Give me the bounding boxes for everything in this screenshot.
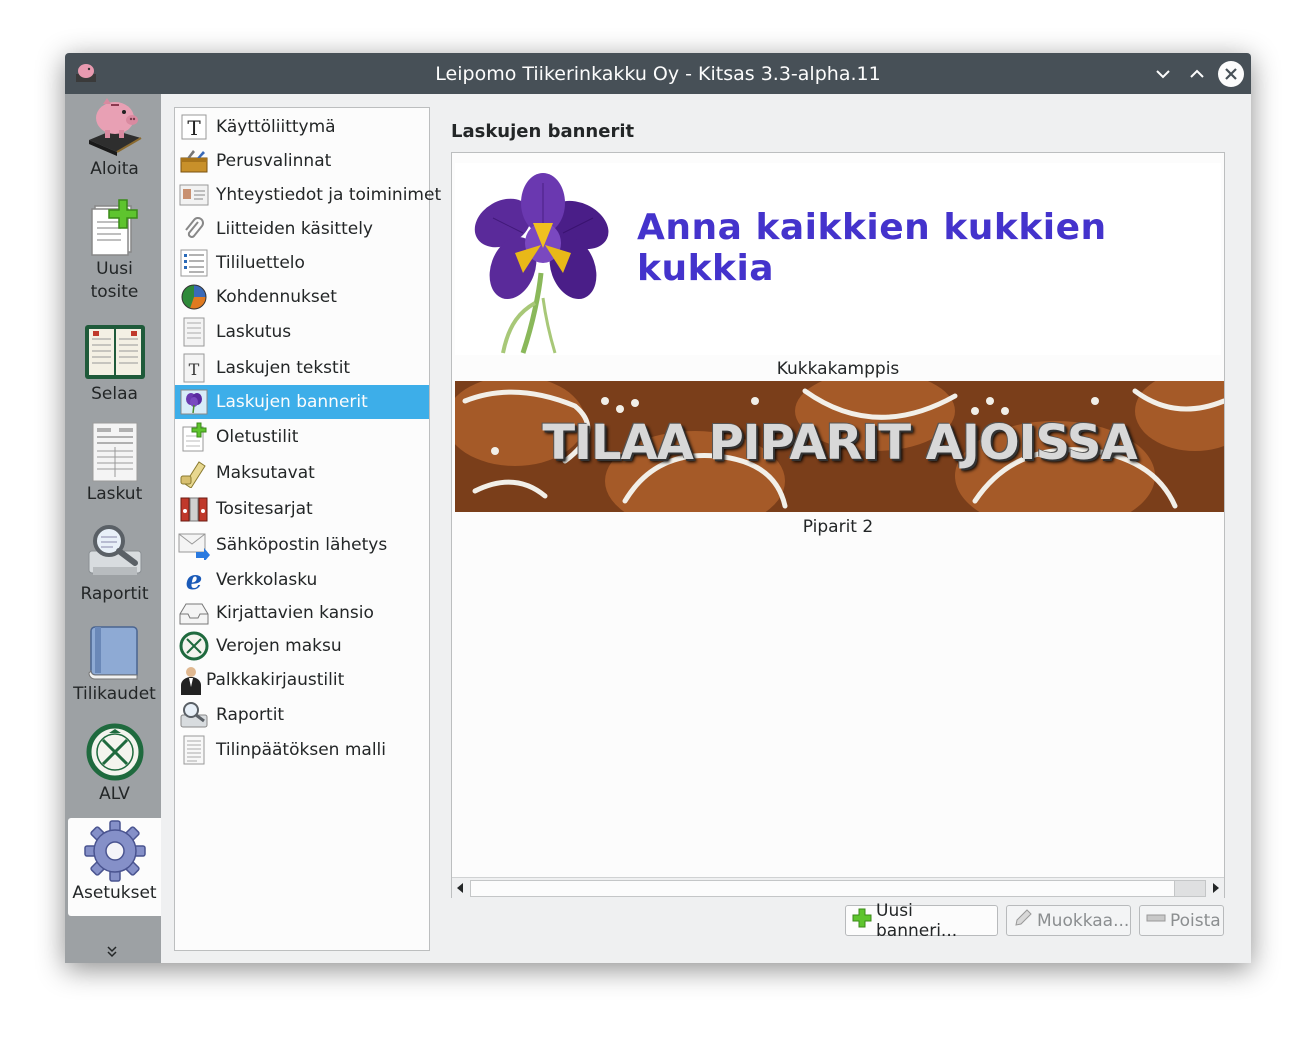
banner-image-text: TILAA PIPARIT AJOISSA [542,415,1137,471]
scroll-left-arrow-icon[interactable] [452,878,470,898]
invoice-icon [83,421,147,483]
nav-item-verojen-maksu[interactable]: Verojen maksu [175,629,429,663]
calendar-book-icon [83,321,147,383]
main-sidebar: Aloita Uusi tosite Selaa Laskut Raportit… [65,94,161,963]
inbox-tray-icon [178,598,210,628]
minus-icon [1146,908,1166,933]
payment-card-icon [178,458,210,488]
sidebar-item-selaa[interactable]: Selaa [68,319,161,417]
sidebar-item-raportit[interactable]: Raportit [68,519,161,617]
banner-image-kukkakamppis[interactable]: Anna kaikkien kukkien kukkia [455,163,1221,355]
list-icon [178,248,210,278]
nav-item-sahkopostin-lahetys[interactable]: Sähköpostin lähetys [175,527,429,563]
app-window: Leipomo Tiikerinkakku Oy - Kitsas 3.3-al… [65,53,1251,963]
iris-flower-icon [474,173,609,354]
scroll-right-arrow-icon[interactable] [1206,878,1224,898]
plus-icon [852,908,872,933]
toolbox-icon [178,146,210,176]
piggy-bank-icon [83,96,147,158]
nav-item-verkkolasku[interactable]: e Verkkolasku [175,563,429,597]
delete-banner-button[interactable]: Poista [1139,905,1224,936]
page-title: Laskujen bannerit [451,121,635,142]
email-send-icon [178,530,210,560]
nav-item-perusvalinnat[interactable]: Perusvalinnat [175,144,429,178]
minimize-button[interactable] [1150,61,1176,87]
sidebar-item-aloita[interactable]: Aloita [68,94,161,192]
tax-emblem-icon [178,631,210,661]
nav-item-kayttoliittyma[interactable]: T Käyttöliittymä [175,110,429,144]
sidebar-item-uusi-tosite[interactable]: Uusi tosite [68,194,161,314]
sidebar-item-tilikaudet[interactable]: Tilikaudet [68,619,161,717]
report-magnifier-icon [178,700,210,730]
svg-text:e: e [186,567,203,593]
binders-icon [178,494,210,524]
nav-item-raportit[interactable]: Raportit [175,697,429,733]
new-document-icon [83,196,147,258]
sidebar-item-laskut[interactable]: Laskut [68,419,161,517]
edit-banner-button[interactable]: Muokkaa... [1006,905,1131,936]
person-suit-icon [178,665,204,695]
paperclip-icon [178,214,210,244]
more-chevron-icon[interactable] [105,944,119,963]
e-invoice-icon: e [178,565,210,595]
document-text-icon: T [178,353,210,383]
nav-item-palkkakirjaustilit[interactable]: Palkkakirjaustilit [175,663,429,697]
nav-item-maksutavat[interactable]: Maksutavat [175,455,429,491]
flower-icon [178,387,210,417]
sidebar-label: ALV [99,784,130,804]
nav-item-oletustilit[interactable]: Oletustilit [175,419,429,455]
banner-list[interactable]: Anna kaikkien kukkien kukkia Kukkakamppi… [451,152,1225,898]
pie-chart-icon [178,282,210,312]
sidebar-label: Uusi tosite [90,259,139,302]
maximize-button[interactable] [1184,61,1210,87]
nav-item-liitteiden-kasittely[interactable]: Liitteiden käsittely [175,212,429,246]
nav-item-tositesarjat[interactable]: Tositesarjat [175,491,429,527]
window-title: Leipomo Tiikerinkakku Oy - Kitsas 3.3-al… [435,62,881,85]
banner-image-piparit[interactable]: TILAA PIPARIT AJOISSA [455,381,1224,512]
pencil-icon [1013,908,1033,933]
horizontal-scrollbar[interactable] [452,877,1224,898]
text-t-icon: T [178,112,210,142]
id-card-icon [178,180,210,210]
nav-item-laskujen-bannerit[interactable]: Laskujen bannerit [175,385,429,419]
book-icon [83,621,147,683]
document-lines-icon [178,735,210,765]
sidebar-label: Raportit [80,584,149,604]
scrollbar-track[interactable] [470,880,1176,897]
nav-item-yhteystiedot[interactable]: Yhteystiedot ja toiminimet [175,178,441,212]
nav-item-laskutus[interactable]: Laskutus [175,314,429,350]
title-bar[interactable]: Leipomo Tiikerinkakku Oy - Kitsas 3.3-al… [65,53,1251,94]
sidebar-label: Laskut [86,484,143,504]
banner-caption[interactable]: Kukkakamppis [452,359,1224,379]
nav-item-kohdennukset[interactable]: Kohdennukset [175,280,429,314]
nav-item-tililuettelo[interactable]: Tililuettelo [175,246,429,280]
piggy-bank-icon[interactable] [73,60,99,86]
gear-icon [83,820,147,882]
sidebar-item-alv[interactable]: ALV [68,719,161,817]
tax-emblem-icon [83,721,147,783]
nav-item-kirjattavien-kansio[interactable]: Kirjattavien kansio [175,597,429,629]
banner-image-text: Anna kaikkien kukkien kukkia [637,207,1107,289]
nav-item-laskujen-tekstit[interactable]: T Laskujen tekstit [175,350,429,386]
settings-nav-list: T Käyttöliittymä Perusvalinnat Yhteystie… [174,107,441,951]
svg-text:T: T [187,116,201,140]
sidebar-item-asetukset[interactable]: Asetukset [68,818,161,916]
nav-item-tilinpaatoksen-malli[interactable]: Tilinpäätöksen malli [175,733,429,767]
scrollbar-handle[interactable] [1174,880,1206,897]
invoice-icon [178,317,210,347]
new-banner-button[interactable]: Uusi banneri... [845,901,998,941]
sidebar-label: Asetukset [72,883,157,903]
close-button[interactable] [1218,61,1244,87]
sidebar-label: Tilikaudet [73,684,156,704]
sidebar-label: Selaa [91,384,138,404]
document-add-icon [178,422,210,452]
sidebar-label: Aloita [90,159,139,179]
report-magnifier-icon [83,521,147,583]
svg-text:T: T [189,360,200,379]
banner-caption[interactable]: Piparit 2 [452,517,1224,537]
